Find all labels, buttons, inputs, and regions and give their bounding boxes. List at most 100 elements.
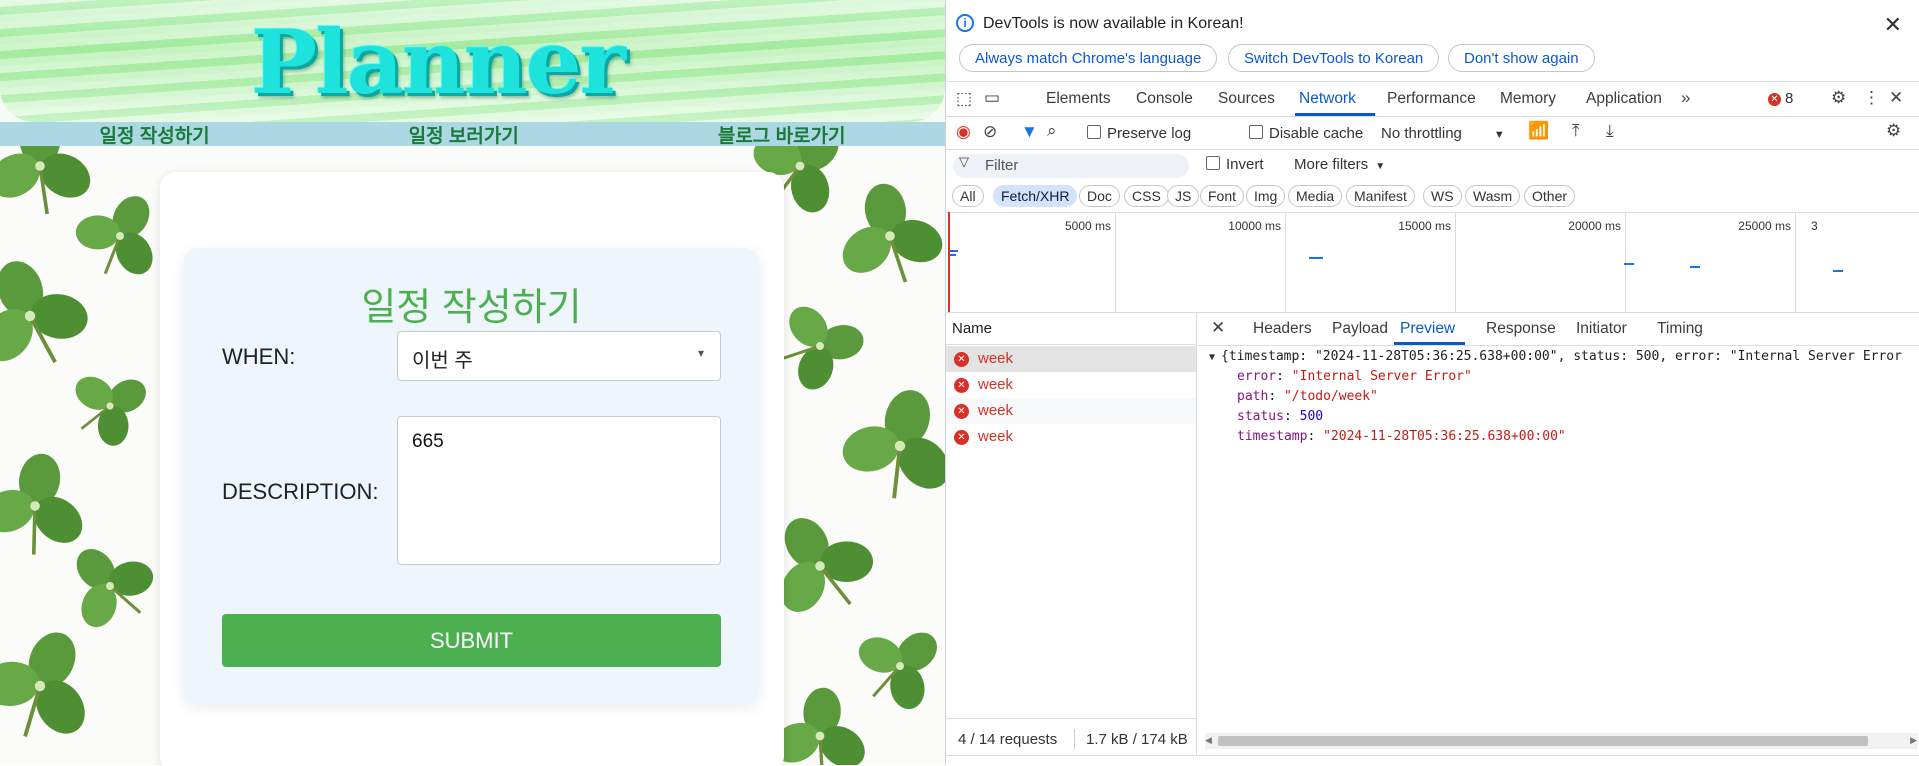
error-icon: ✕: [954, 378, 969, 393]
field-key: status: [1237, 409, 1284, 424]
checkbox-icon: [1087, 125, 1101, 139]
tab-network[interactable]: Network: [1299, 90, 1356, 108]
planner-page: Planner 일정 작성하기 일정 보러가기 블로그 바로가기 일정 작성하기…: [0, 0, 945, 765]
tab-payload[interactable]: Payload: [1332, 320, 1388, 338]
scrollbar-thumb[interactable]: [1218, 736, 1868, 746]
gear-icon[interactable]: ⚙: [1831, 88, 1846, 108]
drawer-edge: [946, 755, 1919, 766]
disable-cache-label: Disable cache: [1269, 125, 1364, 142]
devtools-tabbar: ⬚ ▭ Elements Console Sources Network Per…: [946, 81, 1919, 117]
tab-timing[interactable]: Timing: [1657, 320, 1703, 338]
banner-title: Planner: [251, 10, 626, 114]
dont-show-again-button[interactable]: Don't show again: [1448, 44, 1595, 72]
nav-view-schedule[interactable]: 일정 보러가기: [369, 121, 559, 148]
request-row[interactable]: ✕ week: [946, 372, 1196, 398]
close-icon[interactable]: ✕: [1884, 12, 1902, 38]
request-name: week: [978, 350, 1014, 367]
name-column-header[interactable]: Name: [946, 313, 1196, 345]
tab-memory[interactable]: Memory: [1500, 90, 1556, 108]
language-infobar: i DevTools is now available in Korean! ✕…: [946, 0, 1919, 81]
divider: [1074, 729, 1075, 749]
field-value: "2024-11-28T05:36:25.638+00:00": [1323, 429, 1566, 444]
kebab-menu-icon[interactable]: ⋮: [1863, 88, 1880, 108]
preview-summary-row[interactable]: ▼ {timestamp: "2024-11-28T05:36:25.638+00…: [1209, 349, 1902, 364]
checkbox-icon: [1206, 156, 1220, 170]
type-css[interactable]: CSS: [1124, 185, 1169, 207]
tab-elements[interactable]: Elements: [1046, 90, 1111, 108]
tab-console[interactable]: Console: [1136, 90, 1193, 108]
type-manifest[interactable]: Manifest: [1346, 185, 1415, 207]
when-label: WHEN:: [222, 344, 296, 369]
nav-blog[interactable]: 블로그 바로가기: [678, 121, 886, 148]
more-filters-dropdown[interactable]: More filters ▼: [1294, 156, 1385, 173]
device-toolbar-icon[interactable]: ▭: [984, 88, 1000, 108]
search-icon[interactable]: ⌕: [1047, 121, 1057, 141]
tab-preview[interactable]: Preview: [1400, 320, 1455, 338]
preserve-log-checkbox[interactable]: Preserve log: [1087, 125, 1191, 142]
close-detail-icon[interactable]: ✕: [1211, 318, 1225, 338]
close-devtools-icon[interactable]: ✕: [1889, 88, 1903, 108]
network-settings-icon[interactable]: ⚙: [1886, 121, 1901, 141]
preserve-log-label: Preserve log: [1107, 125, 1192, 142]
field-key: error: [1237, 369, 1277, 384]
field-key: path: [1237, 389, 1269, 404]
tab-sources[interactable]: Sources: [1218, 90, 1275, 108]
error-count-badge[interactable]: ✕ 8: [1768, 90, 1793, 107]
type-doc[interactable]: Doc: [1079, 185, 1120, 207]
wifi-settings-icon[interactable]: 📶: [1528, 121, 1549, 141]
upload-icon[interactable]: ⤒: [1572, 121, 1580, 141]
caret-down-icon: ▼: [1375, 161, 1386, 172]
form-title: 일정 작성하기: [361, 287, 582, 329]
tab-headers[interactable]: Headers: [1253, 320, 1312, 338]
filter-icon[interactable]: ▼: [1021, 122, 1038, 142]
description-textarea[interactable]: 665: [397, 416, 721, 565]
type-other[interactable]: Other: [1524, 185, 1576, 207]
tab-initiator[interactable]: Initiator: [1576, 320, 1627, 338]
type-img[interactable]: Img: [1246, 185, 1286, 207]
caret-down-icon: ▼: [1493, 129, 1505, 141]
timeline-request-bar: [1833, 270, 1843, 272]
scroll-right-icon[interactable]: ▶: [1910, 735, 1917, 746]
info-icon: i: [956, 14, 974, 32]
nav-write-schedule[interactable]: 일정 작성하기: [60, 121, 250, 148]
always-match-language-button[interactable]: Always match Chrome's language: [959, 44, 1218, 72]
request-name: week: [978, 402, 1014, 419]
preview-field: error: "Internal Server Error": [1237, 369, 1472, 384]
horizontal-scrollbar[interactable]: ◀ ▶: [1205, 733, 1917, 749]
clear-icon[interactable]: ⊘: [983, 122, 997, 142]
preview-summary: {timestamp: "2024-11-28T05:36:25.638+00:…: [1221, 349, 1902, 364]
type-all[interactable]: All: [952, 185, 984, 207]
type-media[interactable]: Media: [1288, 185, 1343, 207]
throttling-select[interactable]: No throttling ▼: [1381, 125, 1505, 142]
request-row[interactable]: ✕ week: [946, 346, 1196, 372]
filter-input[interactable]: Filter: [953, 154, 1189, 178]
type-js[interactable]: JS: [1167, 185, 1200, 207]
invert-checkbox[interactable]: Invert: [1206, 156, 1264, 173]
timeline-request-bar: [950, 250, 958, 252]
site-nav: 일정 작성하기 일정 보러가기 블로그 바로가기: [0, 121, 945, 148]
inspect-element-icon[interactable]: ⬚: [956, 89, 972, 109]
expand-triangle-icon[interactable]: ▼: [1209, 352, 1215, 363]
disable-cache-checkbox[interactable]: Disable cache: [1249, 125, 1363, 142]
form-card: 일정 작성하기 WHEN: 이번 주 ▾ DESCRIPTION: 665 SU…: [160, 172, 784, 765]
submit-button[interactable]: SUBMIT: [222, 614, 721, 667]
type-font[interactable]: Font: [1200, 185, 1245, 207]
download-icon[interactable]: ⤓: [1606, 121, 1614, 141]
type-fetch-xhr[interactable]: Fetch/XHR: [993, 185, 1078, 207]
tab-performance[interactable]: Performance: [1387, 90, 1476, 108]
record-icon[interactable]: ◉: [956, 122, 971, 142]
request-row[interactable]: ✕ week: [946, 424, 1196, 450]
timeline-gridline: [1795, 212, 1796, 312]
switch-to-korean-button[interactable]: Switch DevTools to Korean: [1228, 44, 1440, 72]
type-wasm[interactable]: Wasm: [1465, 185, 1521, 207]
type-ws[interactable]: WS: [1423, 185, 1462, 207]
tab-response[interactable]: Response: [1486, 320, 1556, 338]
funnel-icon: ▽: [959, 154, 969, 169]
when-select[interactable]: 이번 주 ▾: [397, 331, 721, 381]
request-row[interactable]: ✕ week: [946, 398, 1196, 424]
network-timeline[interactable]: 5000 ms 10000 ms 15000 ms 20000 ms 25000…: [946, 212, 1919, 313]
scroll-left-icon[interactable]: ◀: [1205, 735, 1212, 746]
active-detail-tab-indicator: [1394, 342, 1465, 345]
tab-application[interactable]: Application: [1586, 90, 1662, 108]
more-tabs-icon[interactable]: »: [1681, 88, 1690, 108]
